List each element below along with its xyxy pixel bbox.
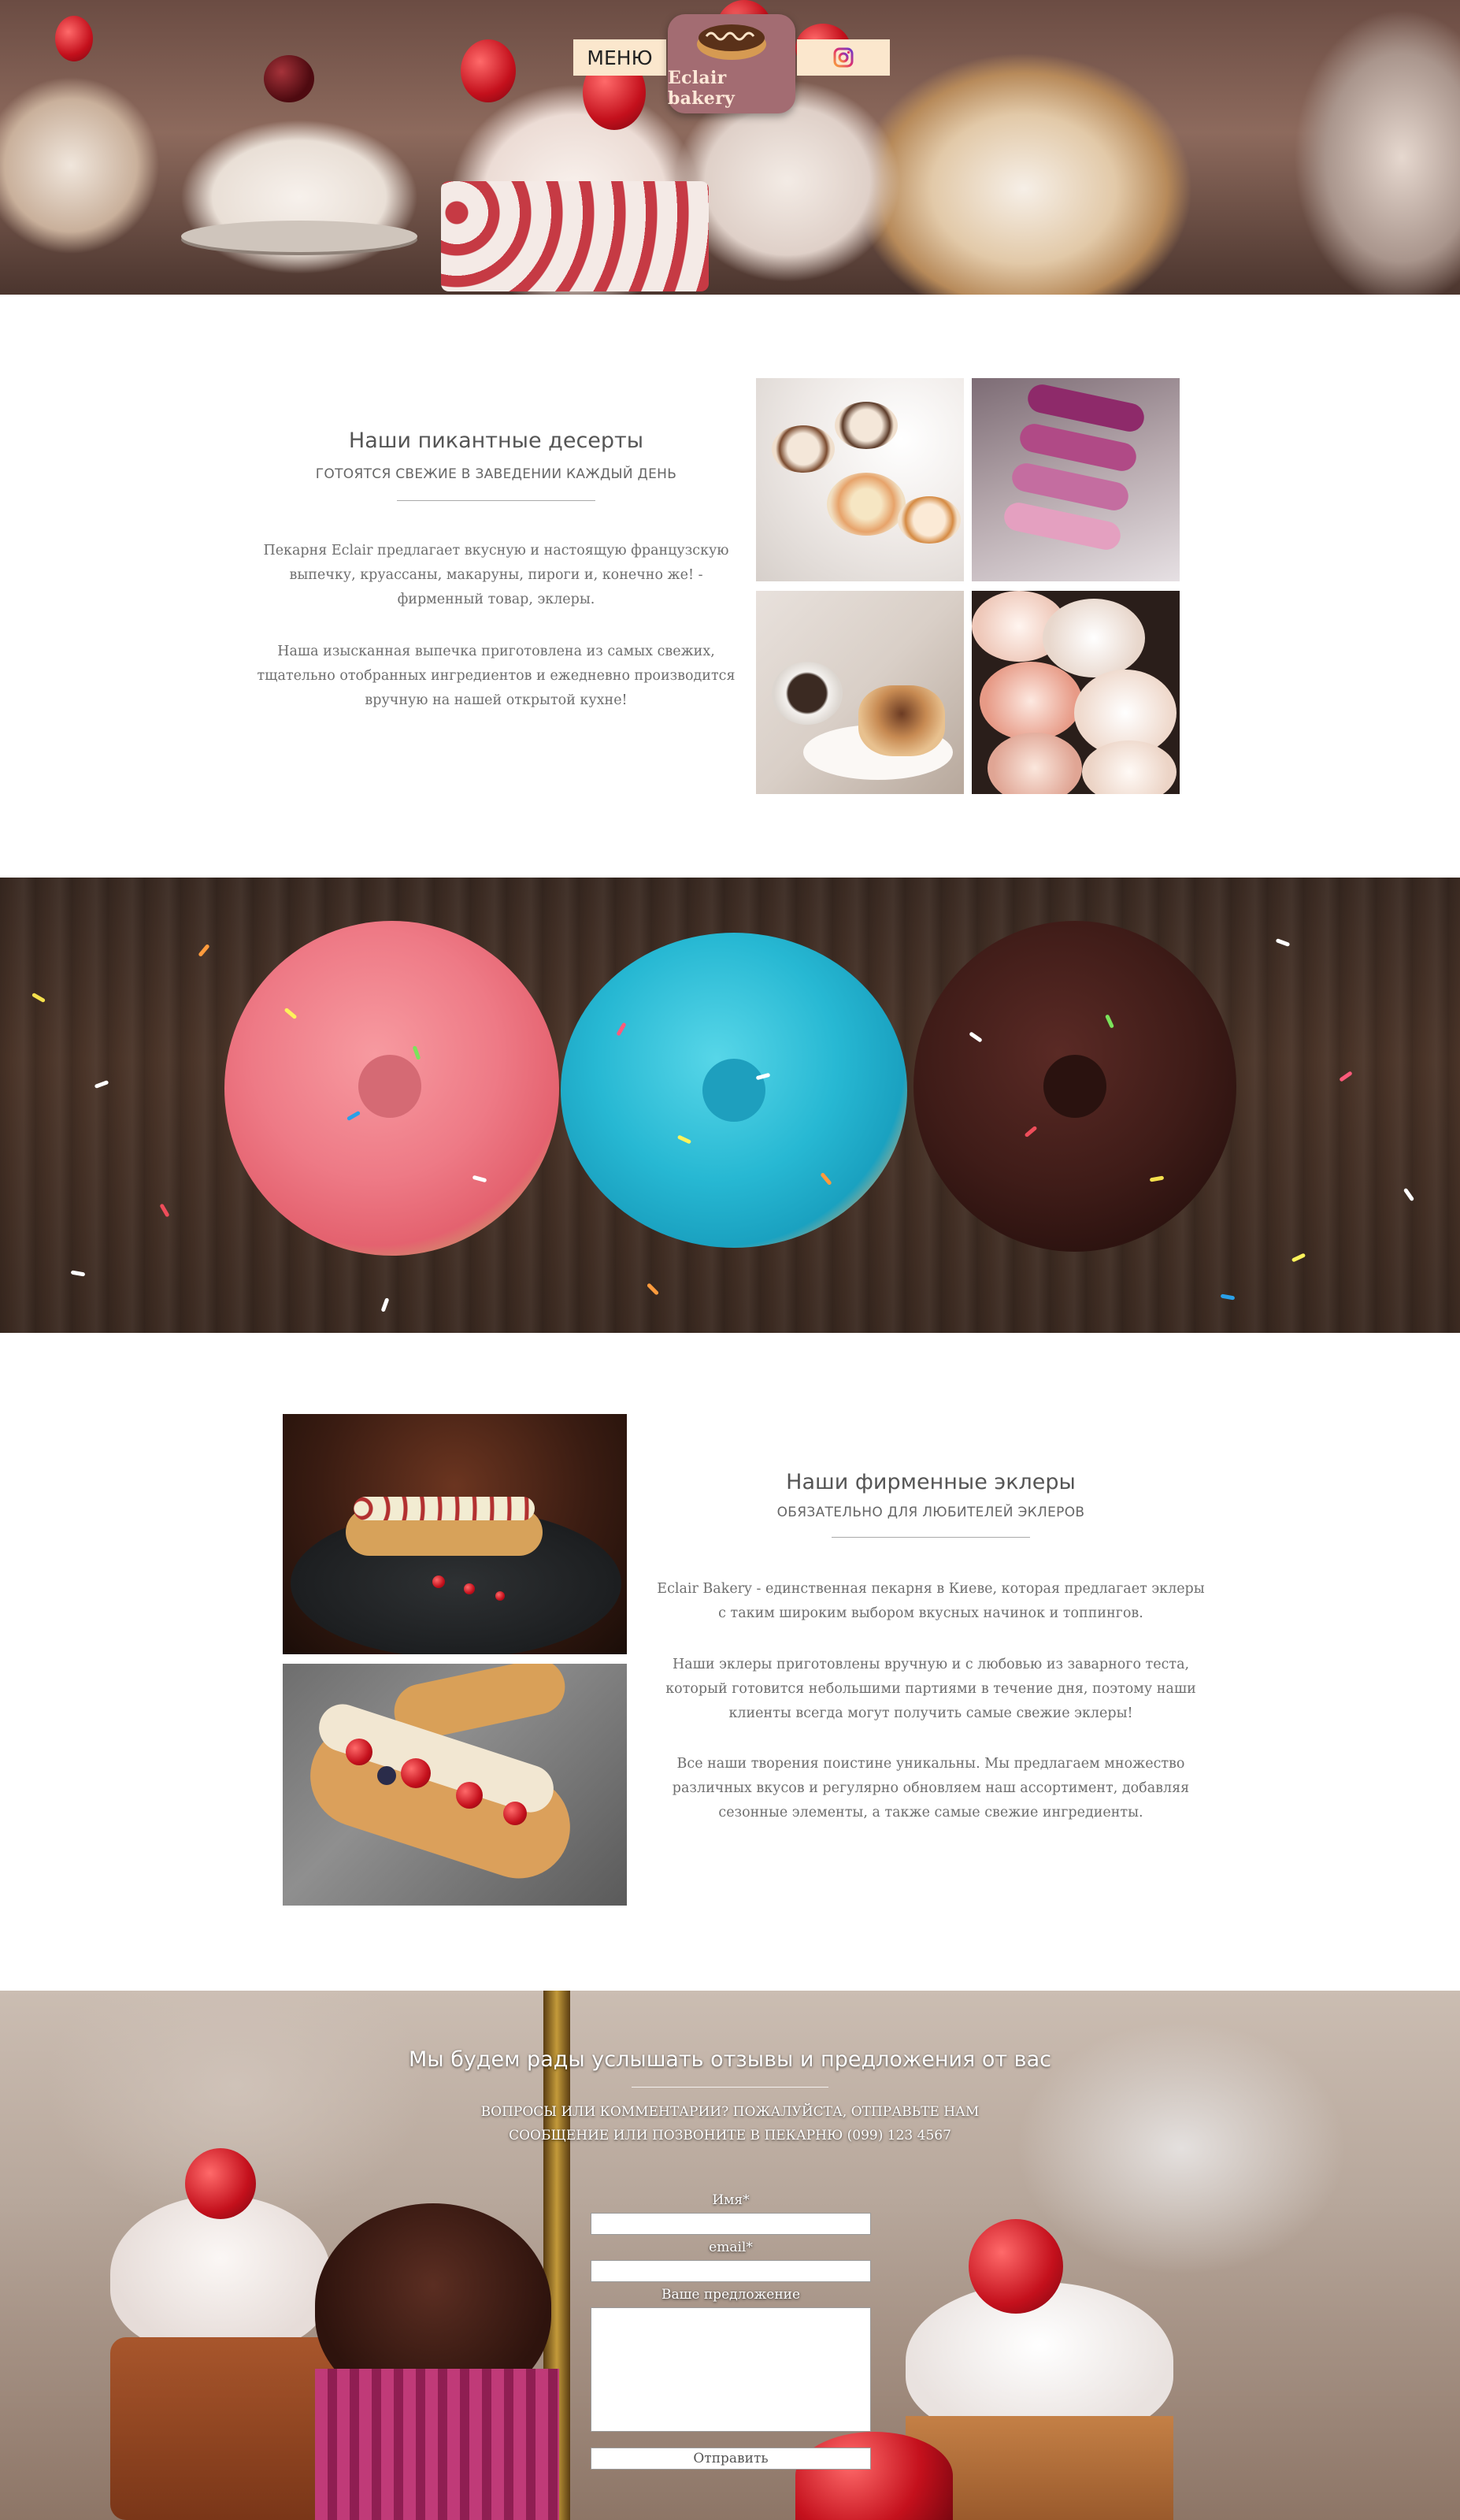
contact-section: Мы будем рады услышать отзывы и предложе… — [0, 1991, 1460, 2520]
hero-strawberry — [461, 39, 516, 102]
eclair-logo-icon — [697, 24, 766, 60]
blue-donut — [561, 933, 907, 1248]
desserts-subtitle: ГОТОЯТСЯ СВЕЖИЕ В ЗАВЕДЕНИИ КАЖДЫЙ ДЕНЬ — [315, 466, 677, 482]
message-label: Ваше предложение — [661, 2287, 801, 2303]
logo[interactable]: Eclair bakery — [668, 14, 795, 113]
hero-banner: МЕНЮ Eclair bakery — [0, 0, 1460, 295]
donuts-banner — [0, 878, 1460, 1333]
instagram-link[interactable] — [797, 39, 890, 76]
contact-subtitle: ВОПРОСЫ ИЛИ КОММЕНТАРИИ? ПОЖАЛУЙСТА, ОТП… — [480, 2104, 980, 2120]
pink-donut — [224, 921, 559, 1256]
contact-title: Мы будем рады услышать отзывы и предложе… — [409, 2047, 1051, 2072]
eclairs-paragraph: Все наши творения поистине уникальны. Мы… — [672, 1756, 1190, 1820]
contact-subtitle: СООБЩЕНИЕ ИЛИ ПОЗВОНИТЕ В ПЕКАРНЮ (099) … — [509, 2128, 951, 2143]
menu-button[interactable]: МЕНЮ — [573, 39, 666, 76]
desserts-divider — [397, 500, 595, 501]
desserts-paragraph: Пекарня Eclair предлагает вкусную и наст… — [263, 543, 729, 607]
email-input[interactable] — [591, 2260, 871, 2282]
photo-eclair-berries — [283, 1664, 627, 1906]
desserts-paragraph: Наша изысканная выпечка приготовлена из … — [257, 644, 736, 708]
desserts-title: Наши пикантные десерты — [348, 429, 644, 453]
instagram-icon — [833, 47, 854, 68]
cupcake-base — [110, 2337, 339, 2520]
cupcake-frosting — [110, 2195, 331, 2353]
submit-button[interactable]: Отправить — [591, 2448, 871, 2470]
photo-macarons — [756, 378, 964, 581]
hero-plate — [181, 221, 417, 252]
logo-text: Eclair bakery — [668, 68, 736, 109]
photo-eclair-plate — [283, 1414, 627, 1654]
eclairs-title: Наши фирменные эклеры — [786, 1470, 1076, 1494]
photo-meringues — [972, 591, 1180, 794]
chocolate-donut — [913, 921, 1236, 1252]
cupcake-liner — [315, 2369, 559, 2520]
red-cake-top — [795, 2432, 953, 2520]
message-textarea[interactable] — [591, 2307, 871, 2432]
email-label: email* — [709, 2240, 753, 2255]
photo-eclair-box — [972, 378, 1180, 581]
hero-strawberry — [55, 16, 93, 61]
eclairs-paragraph: Наши эклеры приготовлены вручную и с люб… — [665, 1657, 1196, 1721]
cupcake-raspberry — [185, 2148, 256, 2219]
contact-divider — [632, 2087, 828, 2088]
hero-cherry — [264, 55, 314, 102]
eclairs-paragraph: Eclair Bakery - единственная пекарня в К… — [657, 1581, 1205, 1621]
cupcake-raspberry-right — [969, 2219, 1063, 2314]
eclairs-subtitle: ОБЯЗАТЕЛЬНО ДЛЯ ЛЮБИТЕЛЕЙ ЭКЛЕРОВ — [776, 1505, 1085, 1520]
name-label: Имя* — [712, 2192, 750, 2208]
photo-cinnamon-roll — [756, 591, 964, 794]
hero-cake-layer — [441, 181, 709, 291]
name-input[interactable] — [591, 2213, 871, 2235]
eclairs-divider — [832, 1537, 1030, 1538]
